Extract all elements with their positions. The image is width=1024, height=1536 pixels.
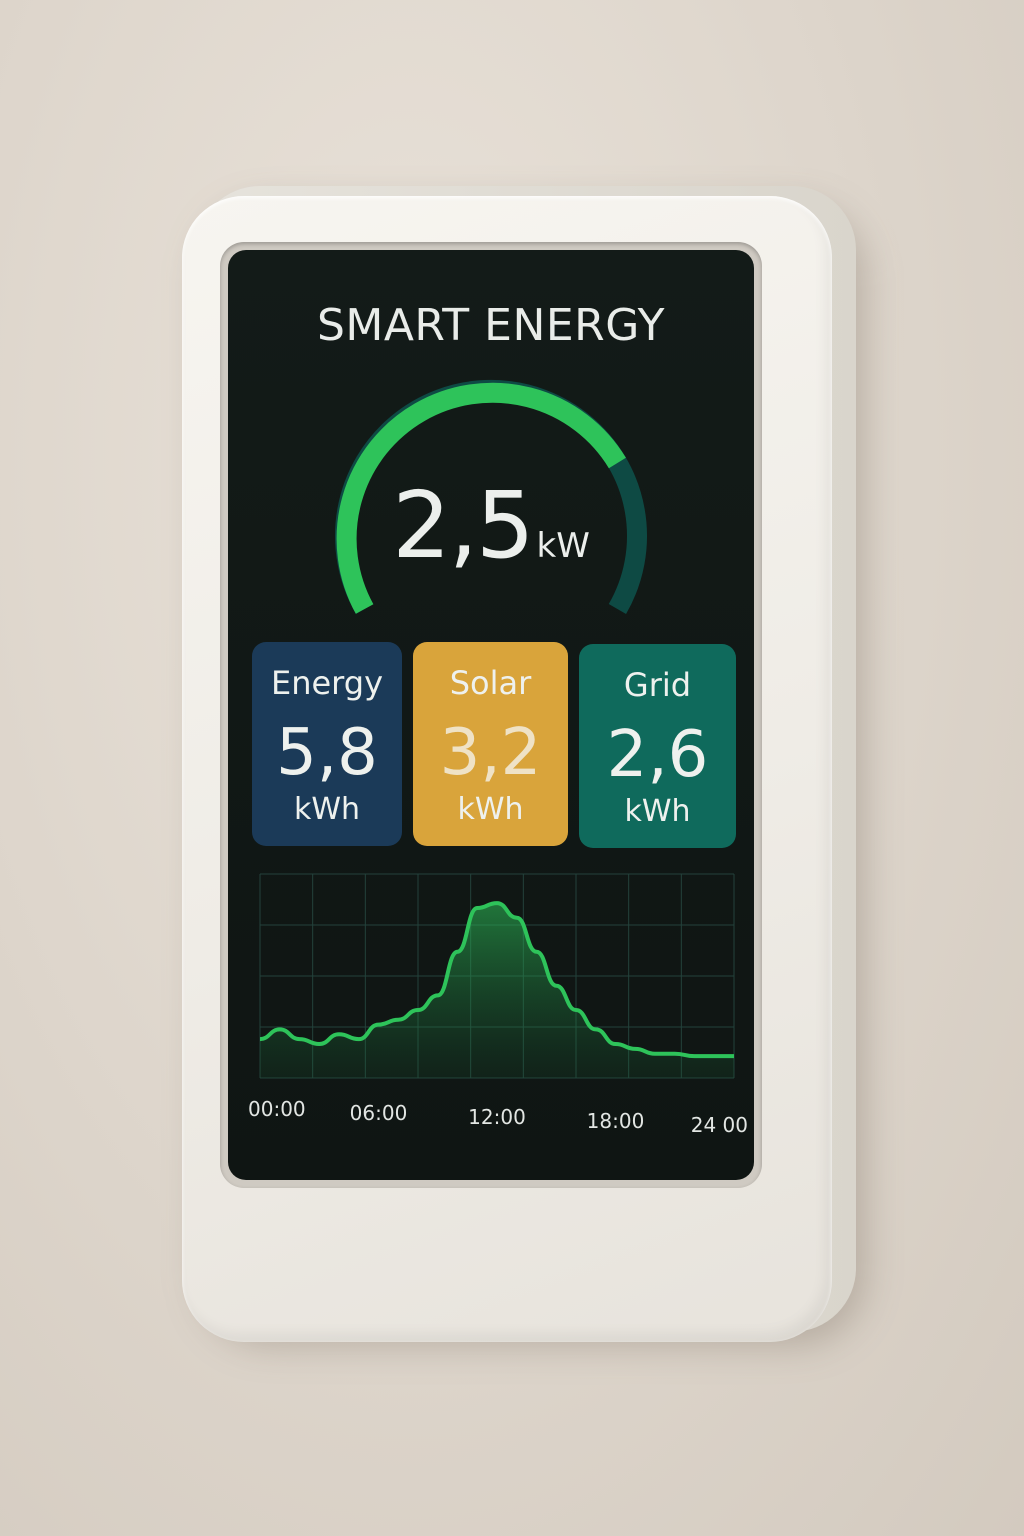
grid-card[interactable]: Grid 2,6 kWh [579, 644, 736, 848]
daily-usage-chart: 00:00 06:00 12:00 18:00 24 00 [248, 873, 748, 1137]
energy-unit: kWh [293, 792, 361, 827]
energy-card[interactable]: Energy 5,8 kWh [252, 642, 402, 846]
energy-label: Energy [270, 664, 384, 702]
current-power: 2,5 kW [228, 472, 754, 579]
power-unit: kW [536, 526, 590, 566]
x-tick-label: 12:00 [468, 1105, 526, 1129]
display-screen: SMART ENERGY 2,5 kW Energy 5,8 kWh Solar … [228, 250, 754, 1180]
grid-value: 2,6 [606, 718, 709, 792]
x-tick-label: 24 00 [691, 1113, 748, 1137]
x-tick-label: 00:00 [248, 1097, 306, 1121]
x-tick-label: 06:00 [350, 1101, 408, 1125]
app-title: SMART ENERGY [316, 300, 666, 351]
solar-label: Solar [449, 664, 532, 702]
solar-value: 3,2 [439, 716, 542, 790]
solar-unit: kWh [457, 792, 524, 827]
x-tick-label: 18:00 [587, 1109, 645, 1133]
energy-value: 5,8 [276, 716, 378, 790]
solar-card[interactable]: Solar 3,2 kWh [413, 642, 568, 846]
power-value: 2,5 [392, 472, 534, 579]
grid-unit: kWh [624, 794, 691, 829]
x-axis-ticks: 00:00 06:00 12:00 18:00 24 00 [248, 1097, 748, 1137]
grid-label: Grid [623, 666, 692, 704]
stats-cards: Energy 5,8 kWh Solar 3,2 kWh Grid 2,6 kW… [252, 642, 736, 852]
